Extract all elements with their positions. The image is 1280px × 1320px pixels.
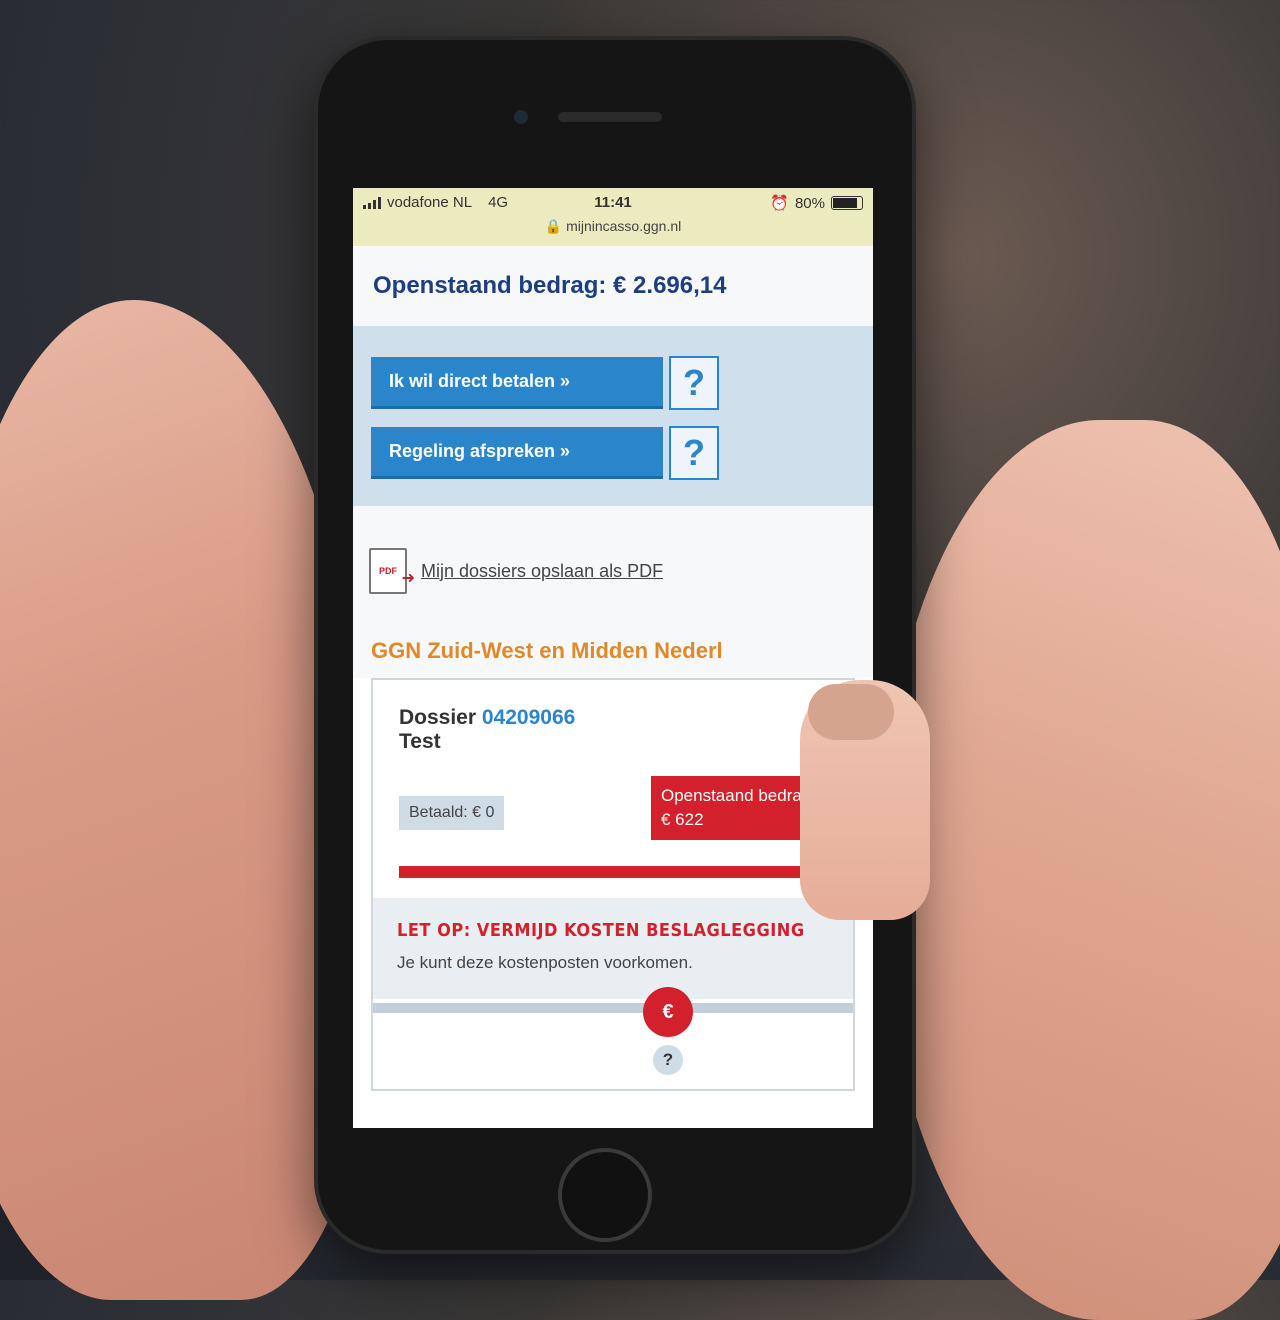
warning-title: LET OP: VERMIJD KOSTEN BESLAGLEGGING — [397, 920, 805, 941]
warning-box: LET OP: VERMIJD KOSTEN BESLAGLEGGING Je … — [373, 898, 853, 999]
battery-icon — [831, 196, 863, 210]
payment-progress-bar — [399, 866, 827, 878]
status-bar: vodafone NL 4G 11:41 ⏰ 80% 🔒 mijnincasso… — [353, 188, 873, 246]
dossier-amounts: Betaald: € 0 Openstaand bedrag: € 622 — [399, 776, 827, 862]
arrange-plan-button[interactable]: Regeling afspreken » — [371, 427, 663, 479]
organization-title: GGN Zuid-West en Midden Nederl — [353, 624, 873, 678]
payment-actions: Ik wil direct betalen » ? Regeling afspr… — [353, 326, 873, 506]
earpiece-speaker — [558, 112, 662, 122]
dossier-name: Test — [399, 730, 441, 753]
lock-icon: 🔒 — [544, 218, 563, 234]
phone-screen: vodafone NL 4G 11:41 ⏰ 80% 🔒 mijnincasso… — [353, 188, 873, 1128]
phone: vodafone NL 4G 11:41 ⏰ 80% 🔒 mijnincasso… — [318, 40, 912, 1250]
action-row-pay: Ik wil direct betalen » ? — [371, 356, 855, 410]
battery-percent: 80% — [794, 194, 825, 212]
action-row-arrangement: Regeling afspreken » ? — [371, 426, 855, 480]
dossier-number[interactable]: 04209066 — [482, 706, 575, 729]
pay-now-help-button[interactable]: ? — [669, 356, 719, 410]
right-hand — [880, 420, 1280, 1320]
url-text: mijnincasso.ggn.nl — [566, 218, 682, 234]
save-pdf-link[interactable]: Mijn dossiers opslaan als PDF — [421, 561, 663, 582]
address-bar[interactable]: 🔒 mijnincasso.ggn.nl — [353, 218, 873, 235]
cost-help-icon[interactable]: ? — [653, 1045, 683, 1075]
pdf-icon: PDF ➜ — [369, 548, 415, 594]
euro-lock-icon[interactable]: € — [643, 987, 693, 1037]
fingernail — [808, 684, 894, 740]
pdf-export-row: PDF ➜ Mijn dossiers opslaan als PDF — [353, 506, 873, 624]
paid-badge: Betaald: € 0 — [399, 796, 505, 830]
left-hand — [0, 300, 370, 1300]
alarm-icon: ⏰ — [770, 195, 789, 212]
arrow-right-icon: ➜ — [401, 570, 415, 587]
dossier-heading: Dossier 04209066 — [399, 706, 827, 730]
arrange-plan-help-button[interactable]: ? — [669, 426, 719, 480]
dossier-label: Dossier — [399, 706, 477, 729]
front-camera — [514, 110, 528, 124]
open-amount-label: Openstaand bedrag: — [661, 786, 817, 805]
pdf-icon-label: PDF — [379, 566, 397, 576]
pay-now-button[interactable]: Ik wil direct betalen » — [371, 357, 663, 409]
outstanding-amount-title: Openstaand bedrag: € 2.696,14 — [353, 246, 873, 326]
cost-icons: € ? — [373, 987, 853, 1079]
home-button[interactable] — [558, 1148, 652, 1242]
open-amount-value: € 622 — [661, 809, 704, 829]
dossier-card[interactable]: Dossier 04209066 Test Betaald: € 0 Opens… — [371, 678, 855, 1091]
warning-text: Je kunt deze kostenposten voorkomen. — [397, 953, 693, 972]
status-right: ⏰ 80% — [770, 194, 863, 212]
cost-timeline-bar — [373, 1003, 853, 1013]
